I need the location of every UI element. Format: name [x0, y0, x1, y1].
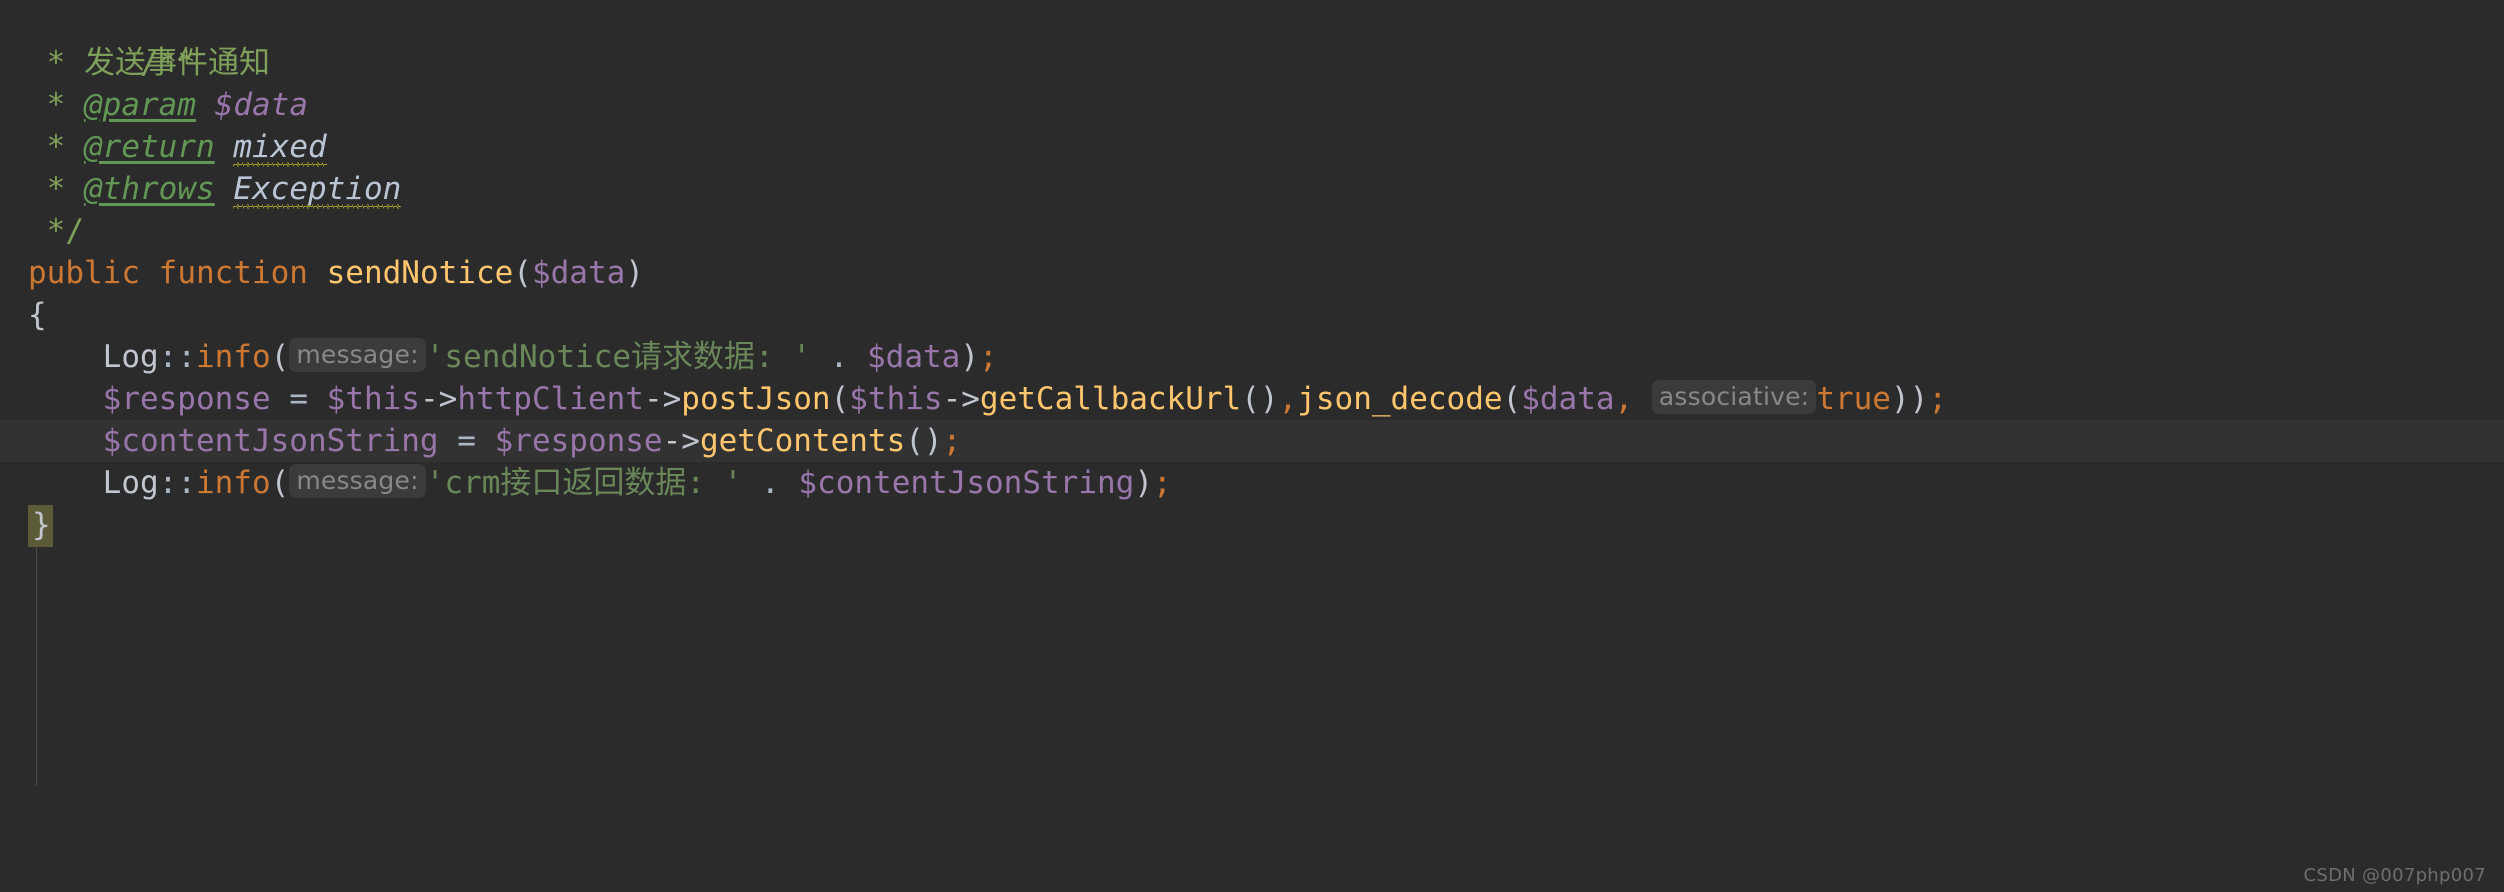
code-line-content-json-string[interactable]: $contentJsonString = $response->getConte… [0, 420, 2504, 462]
argument-comma: , [1278, 381, 1298, 417]
literal-true: true [1816, 381, 1891, 417]
paren-open: ( [270, 339, 290, 375]
brace-close-highlighted: } [28, 505, 53, 547]
variable-content-json-string: $contentJsonString [798, 465, 1135, 501]
code-editor-pane[interactable]: /** * 发送事件通知 * @param $data * @return mi… [0, 0, 2504, 892]
code-line-response-assignment[interactable]: $response = $this->httpClient->postJson(… [0, 378, 2504, 420]
doc-star: * [46, 171, 66, 207]
doc-star: * [46, 129, 66, 165]
doc-return-type: mixed [233, 126, 328, 168]
paren-close: ) [1134, 465, 1153, 501]
method-info[interactable]: info [196, 339, 271, 375]
paren-close: ) [625, 255, 644, 291]
string-request-literal: 'sendNotice请求数据: ' [425, 339, 811, 375]
inlay-hint-associative[interactable]: associative: [1651, 380, 1817, 414]
statement-terminator: ; [1153, 465, 1172, 501]
object-operator: -> [942, 381, 980, 417]
code-line-method-signature[interactable]: public function sendNotice($data) [0, 252, 2504, 294]
paren-close: ) [1909, 381, 1929, 417]
concat-operator: . [829, 339, 849, 375]
inlay-hint-message[interactable]: message: [289, 338, 426, 372]
assignment-operator: = [457, 423, 476, 459]
class-log[interactable]: Log [103, 465, 159, 501]
variable-content-json-string: $contentJsonString [102, 423, 439, 459]
method-get-callback-url[interactable]: getCallbackUrl [980, 381, 1241, 417]
object-operator: -> [643, 381, 682, 417]
code-line-brace-close[interactable]: } [0, 504, 2504, 547]
variable-data: $data [1521, 381, 1615, 417]
method-name-sendnotice[interactable]: sendNotice [327, 255, 514, 291]
empty-parens: () [905, 423, 943, 459]
keyword-function: function [158, 255, 308, 291]
variable-this: $this [326, 381, 420, 417]
code-line-doc-open[interactable]: /** [0, 0, 2504, 81]
code-line-brace-open[interactable]: { [0, 294, 2504, 336]
doc-tag-return[interactable]: @return [84, 129, 215, 165]
code-line-log-response[interactable]: Log::info(message:'crm接口返回数据: ' . $conte… [0, 462, 2504, 504]
watermark: CSDN @007php007 [2303, 865, 2486, 886]
paren-open: ( [270, 465, 290, 501]
variable-response: $response [102, 381, 271, 417]
empty-parens: () [1241, 381, 1279, 417]
statement-terminator: ; [942, 423, 962, 459]
paren-close: ) [1890, 381, 1910, 417]
code-line-doc-close[interactable]: */ [0, 210, 2504, 252]
code-line-doc-return[interactable]: * @return mixed [0, 126, 2504, 168]
code-lines: /** * 发送事件通知 * @param $data * @return mi… [0, 0, 2504, 547]
doc-star: * [46, 87, 66, 123]
assignment-operator: = [289, 381, 308, 417]
doc-comment-close: */ [46, 213, 84, 249]
property-http-client[interactable]: httpClient [457, 381, 644, 417]
inlay-hint-message[interactable]: message: [289, 464, 426, 498]
doc-tag-param[interactable]: @param [84, 87, 196, 123]
object-operator: -> [662, 423, 700, 459]
keyword-public: public [28, 255, 140, 291]
statement-terminator: ; [979, 339, 998, 375]
parameter-data: $data [531, 255, 626, 291]
doc-throws-type: Exception [233, 168, 401, 210]
scope-resolution-operator: :: [158, 339, 196, 375]
doc-summary-text: 发送事件通知 [84, 45, 271, 81]
statement-terminator: ; [1928, 381, 1947, 417]
variable-response: $response [494, 423, 663, 459]
method-info[interactable]: info [196, 465, 271, 501]
function-json-decode[interactable]: json_decode [1297, 381, 1502, 417]
paren-open: ( [830, 381, 850, 417]
object-operator: -> [419, 381, 458, 417]
method-get-contents[interactable]: getContents [700, 423, 905, 459]
brace-open: { [28, 297, 47, 333]
code-line-doc-param[interactable]: * @param $data [0, 84, 2504, 126]
class-log[interactable]: Log [103, 339, 159, 375]
string-response-literal: 'crm接口返回数据: ' [425, 465, 743, 501]
variable-data: $data [867, 339, 961, 375]
code-line-doc-summary[interactable]: * 发送事件通知 [0, 42, 2504, 84]
method-post-json[interactable]: postJson [681, 381, 830, 417]
paren-close: ) [960, 339, 980, 375]
scope-resolution-operator: :: [158, 465, 196, 501]
code-line-doc-throws[interactable]: * @throws Exception [0, 168, 2504, 210]
code-line-log-request[interactable]: Log::info(message:'sendNotice请求数据: ' . $… [0, 336, 2504, 378]
argument-comma: , [1614, 381, 1634, 417]
variable-this: $this [849, 381, 943, 417]
paren-open: ( [513, 255, 532, 291]
doc-tag-throws[interactable]: @throws [84, 171, 215, 207]
concat-operator: . [761, 465, 780, 501]
doc-star: * [46, 45, 66, 81]
doc-param-variable: $data [214, 87, 308, 123]
paren-open: ( [1502, 381, 1522, 417]
